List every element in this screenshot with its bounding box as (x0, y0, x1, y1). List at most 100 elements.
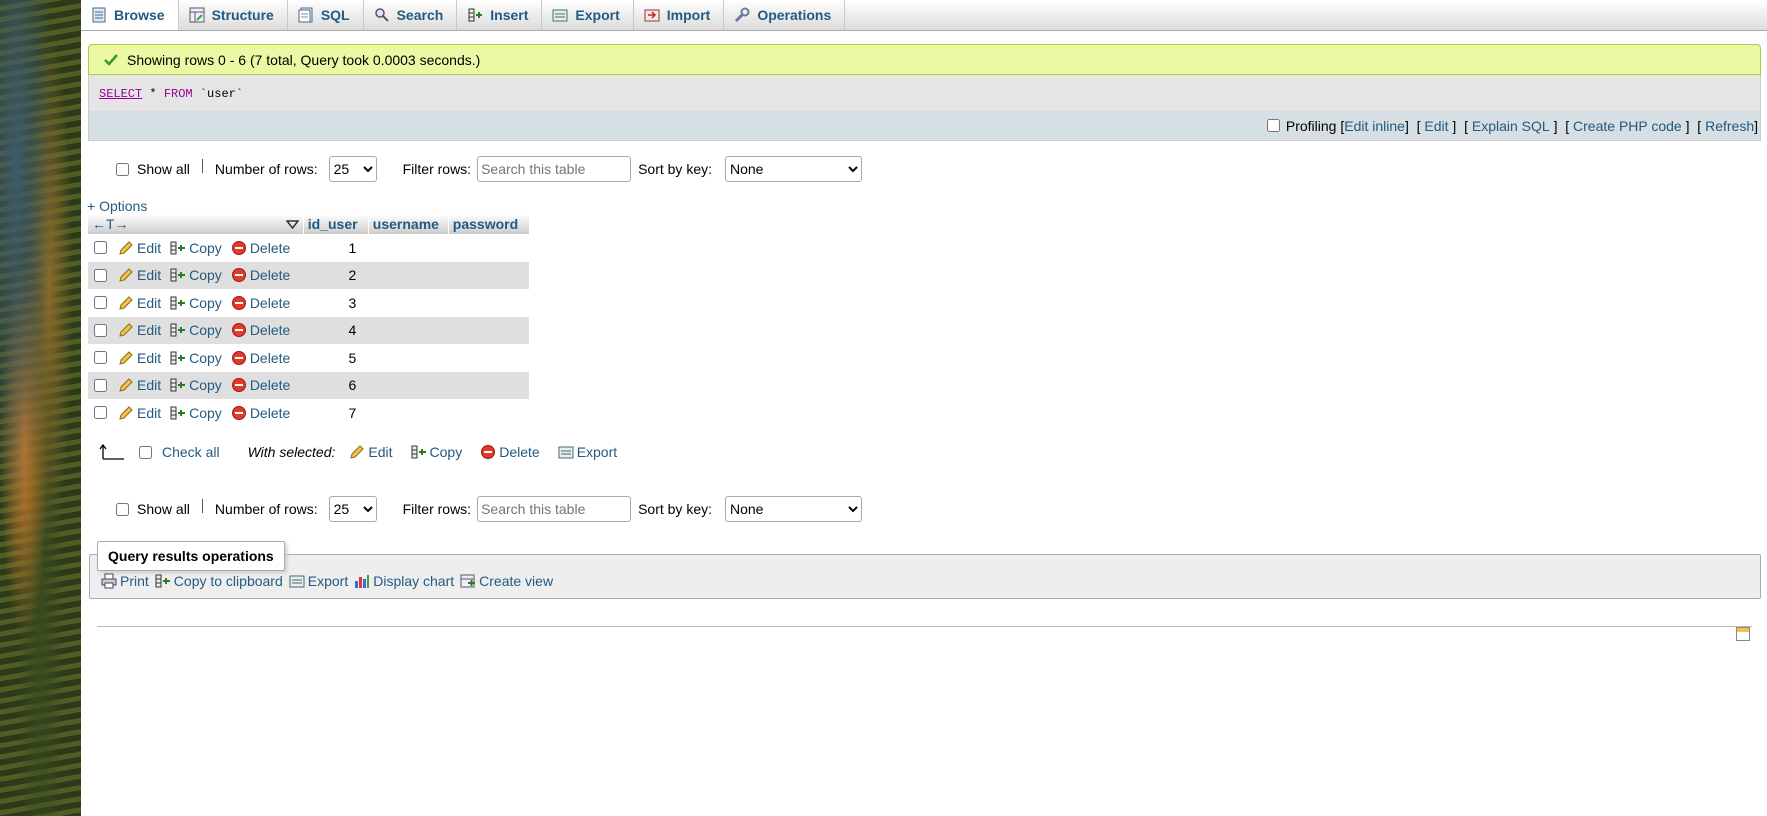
column-header-username[interactable]: username (368, 214, 449, 234)
row-checkbox[interactable] (94, 351, 107, 365)
row-delete-button[interactable]: Delete (231, 295, 290, 311)
console-icon[interactable] (1736, 627, 1750, 641)
create-view-button[interactable]: Create view (460, 573, 553, 589)
row-edit-button[interactable]: Edit (118, 240, 161, 256)
filter-rows-input[interactable] (477, 156, 632, 182)
edit-link[interactable]: Edit (1424, 118, 1448, 134)
cell-id-user[interactable]: 3 (303, 289, 368, 317)
row-delete-button[interactable]: Delete (231, 405, 290, 421)
cell-id-user[interactable]: 4 (303, 316, 369, 344)
cell-username[interactable] (368, 261, 449, 289)
sort-by-key-select[interactable]: None (725, 156, 862, 182)
row-copy-button[interactable]: Copy (170, 295, 222, 311)
row-edit-button[interactable]: Edit (118, 322, 161, 338)
bulk-edit-button[interactable]: Edit (349, 444, 393, 460)
cell-id-user[interactable]: 6 (303, 371, 369, 399)
sql-select-keyword[interactable]: SELECT (99, 87, 142, 101)
bulk-delete-label: Delete (499, 444, 540, 460)
show-all-checkbox[interactable] (116, 162, 129, 176)
filter-rows-input[interactable] (477, 496, 632, 522)
row-copy-button[interactable]: Copy (170, 405, 222, 421)
row-checkbox[interactable] (94, 406, 107, 420)
tab-export[interactable]: Export (542, 0, 634, 30)
cell-username[interactable] (368, 371, 449, 399)
row-copy-button[interactable]: Copy (170, 267, 222, 283)
cell-password[interactable] (448, 289, 529, 317)
cell-password[interactable] (448, 316, 530, 344)
table-row[interactable]: Edit Copy Delete 6 (88, 371, 530, 399)
cell-password[interactable] (448, 234, 529, 262)
explain-sql-link[interactable]: Explain SQL (1472, 118, 1550, 134)
row-copy-button[interactable]: Copy (170, 240, 222, 256)
cell-id-user[interactable]: 2 (303, 261, 369, 289)
table-row[interactable]: Edit Copy Delete 2 (88, 261, 530, 289)
cell-username[interactable] (368, 344, 448, 372)
tab-search[interactable]: Search (364, 0, 458, 30)
number-of-rows-select[interactable]: 25 (328, 156, 377, 182)
cell-username[interactable] (368, 234, 448, 262)
sort-dropdown-icon[interactable] (285, 219, 299, 229)
cell-password[interactable] (448, 399, 529, 427)
column-header-password[interactable]: password (448, 214, 530, 234)
row-delete-button[interactable]: Delete (231, 377, 290, 393)
tab-operations[interactable]: Operations (724, 0, 846, 30)
show-all-checkbox[interactable] (116, 502, 129, 516)
row-delete-button[interactable]: Delete (231, 240, 290, 256)
cell-username[interactable] (368, 289, 448, 317)
check-all-label[interactable]: Check all (162, 444, 220, 460)
tab-browse[interactable]: Browse (81, 0, 179, 30)
cell-password[interactable] (448, 261, 530, 289)
row-edit-button[interactable]: Edit (118, 377, 161, 393)
cell-id-user[interactable]: 1 (303, 234, 368, 262)
cell-id-user[interactable]: 7 (303, 399, 368, 427)
row-checkbox[interactable] (94, 241, 107, 255)
check-all-checkbox[interactable] (139, 445, 152, 459)
search-icon (374, 8, 389, 22)
row-checkbox[interactable] (94, 323, 107, 337)
column-header-id-user[interactable]: id_user (303, 214, 369, 234)
row-edit-button[interactable]: Edit (118, 350, 161, 366)
table-row[interactable]: Edit Copy Delete 7 (88, 399, 529, 427)
cell-username[interactable] (368, 316, 449, 344)
row-edit-button[interactable]: Edit (118, 295, 161, 311)
sort-by-key-select[interactable]: None (725, 496, 862, 522)
row-edit-button[interactable]: Edit (118, 405, 161, 421)
column-resize-arrows[interactable]: ←T→ (92, 216, 129, 232)
row-copy-button[interactable]: Copy (170, 350, 222, 366)
copy-to-clipboard-button[interactable]: Copy to clipboard (155, 573, 283, 589)
table-row[interactable]: Edit Copy Delete 1 (88, 234, 529, 262)
print-button[interactable]: Print (101, 573, 149, 589)
cell-username[interactable] (368, 399, 448, 427)
number-of-rows-select[interactable]: 25 (328, 496, 377, 522)
row-actions-cell: Edit Copy Delete (88, 371, 304, 399)
tab-sql[interactable]: SQL (288, 0, 364, 30)
table-row[interactable]: Edit Copy Delete 4 (88, 316, 530, 344)
options-toggle[interactable]: + Options (87, 198, 147, 214)
cell-password[interactable] (448, 344, 529, 372)
row-copy-button[interactable]: Copy (170, 377, 222, 393)
table-row[interactable]: Edit Copy Delete 3 (88, 289, 529, 317)
cell-password[interactable] (448, 371, 530, 399)
refresh-link[interactable]: Refresh (1705, 118, 1754, 134)
create-php-code-link[interactable]: Create PHP code (1573, 118, 1682, 134)
bulk-export-button[interactable]: Export (558, 444, 617, 460)
tab-insert[interactable]: Insert (457, 0, 543, 30)
cell-id-user[interactable]: 5 (303, 344, 368, 372)
row-delete-button[interactable]: Delete (231, 267, 290, 283)
row-edit-button[interactable]: Edit (118, 267, 161, 283)
table-row[interactable]: Edit Copy Delete 5 (88, 344, 529, 372)
bulk-copy-button[interactable]: Copy (411, 444, 462, 460)
profiling-checkbox[interactable] (1266, 119, 1280, 132)
display-chart-button[interactable]: Display chart (354, 573, 454, 589)
export-results-button[interactable]: Export (289, 573, 348, 589)
row-delete-button[interactable]: Delete (231, 322, 290, 338)
edit-inline-link[interactable]: Edit inline (1344, 118, 1405, 134)
bulk-delete-button[interactable]: Delete (480, 444, 540, 460)
row-copy-button[interactable]: Copy (170, 322, 222, 338)
row-checkbox[interactable] (94, 268, 107, 282)
tab-structure[interactable]: Structure (179, 0, 288, 30)
row-checkbox[interactable] (94, 378, 107, 392)
tab-import[interactable]: Import (634, 0, 725, 30)
row-checkbox[interactable] (94, 296, 107, 310)
row-delete-button[interactable]: Delete (231, 350, 290, 366)
